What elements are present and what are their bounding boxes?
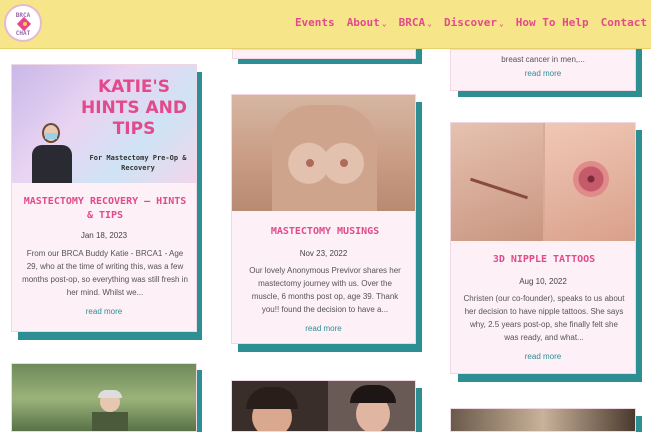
post-card-mastectomy-musings[interactable]: MASTECTOMY MUSINGS Nov 23, 2022 Our love… (231, 94, 416, 344)
card-date: Aug 10, 2022 (519, 277, 567, 286)
post-card-partial-bottom-left[interactable] (11, 363, 197, 432)
post-image (232, 381, 415, 431)
body-outline (272, 105, 377, 211)
top-navbar: BRCA CHAT Events About ⌄ BRCA ⌄ Discover ⌄ … (0, 0, 651, 49)
heart-dot (23, 22, 27, 26)
nav-how-to-help[interactable]: How To Help (516, 16, 589, 29)
image-left (451, 123, 543, 241)
chevron-down-icon: ⌄ (381, 19, 387, 28)
card-excerpt: From our BRCA Buddy Katie - BRCA1 - Age … (22, 249, 188, 297)
nav-about-label: About (346, 16, 380, 29)
image-detail (306, 159, 314, 167)
image-subheading: For Mastectomy Pre-Op & Recovery (89, 154, 187, 172)
card-date: Nov 23, 2022 (299, 249, 348, 258)
read-more-link[interactable]: read more (12, 307, 196, 316)
post-card-partial-bottom-right[interactable] (450, 408, 636, 432)
post-image (232, 95, 415, 211)
logo-text-bottom: CHAT (15, 30, 31, 37)
card-date: Jan 18, 2023 (80, 231, 128, 240)
read-more-link[interactable]: read more (232, 324, 415, 333)
person-figure (30, 123, 74, 183)
main-nav: Events About ⌄ BRCA ⌄ Discover ⌄ How To Hel… (295, 16, 647, 29)
card-partial-top-right[interactable]: breast cancer in men,... read more (450, 49, 636, 91)
card-title[interactable]: MASTECTOMY MUSINGS (240, 225, 410, 239)
card-excerpt: Our lovely Anonymous Previvor shares her… (249, 266, 401, 314)
nav-about[interactable]: About ⌄ (347, 16, 387, 29)
card-excerpt: Christen (our co-founder), speaks to us … (463, 294, 625, 342)
card-title[interactable]: MASTECTOMY RECOVERY – HINTS & TIPS (20, 195, 190, 223)
post-card-mastectomy-recovery[interactable]: KATIE'S HINTS AND TIPS For Mastectomy Pr… (11, 64, 197, 332)
post-image (451, 123, 635, 241)
post-image (451, 409, 635, 431)
image-right (545, 123, 635, 241)
nav-brca-label: BRCA (398, 16, 426, 29)
image-detail (340, 159, 348, 167)
read-more-link[interactable]: read more (451, 352, 635, 361)
card-title[interactable]: 3D NIPPLE TATTOOS (459, 253, 629, 267)
chevron-down-icon: ⌄ (498, 19, 504, 28)
post-image: KATIE'S HINTS AND TIPS For Mastectomy Pr… (12, 65, 196, 183)
nav-events[interactable]: Events (295, 16, 335, 29)
nav-discover[interactable]: Discover ⌄ (444, 16, 504, 29)
post-image (12, 364, 196, 431)
site-logo[interactable]: BRCA CHAT (4, 4, 42, 42)
post-card-3d-nipple-tattoos[interactable]: 3D NIPPLE TATTOOS Aug 10, 2022 Christen … (450, 122, 636, 374)
read-more-link[interactable]: read more (451, 69, 635, 78)
post-card-partial-bottom-middle[interactable] (231, 380, 416, 432)
image-heading: KATIE'S HINTS AND TIPS (80, 77, 188, 139)
nav-brca[interactable]: BRCA ⌄ (399, 16, 432, 29)
nav-contact[interactable]: Contact (601, 16, 647, 29)
nav-discover-label: Discover (443, 16, 497, 29)
chevron-down-icon: ⌄ (427, 19, 432, 28)
card-excerpt: breast cancer in men,... (501, 55, 585, 64)
card-partial-top-middle[interactable] (232, 49, 416, 59)
